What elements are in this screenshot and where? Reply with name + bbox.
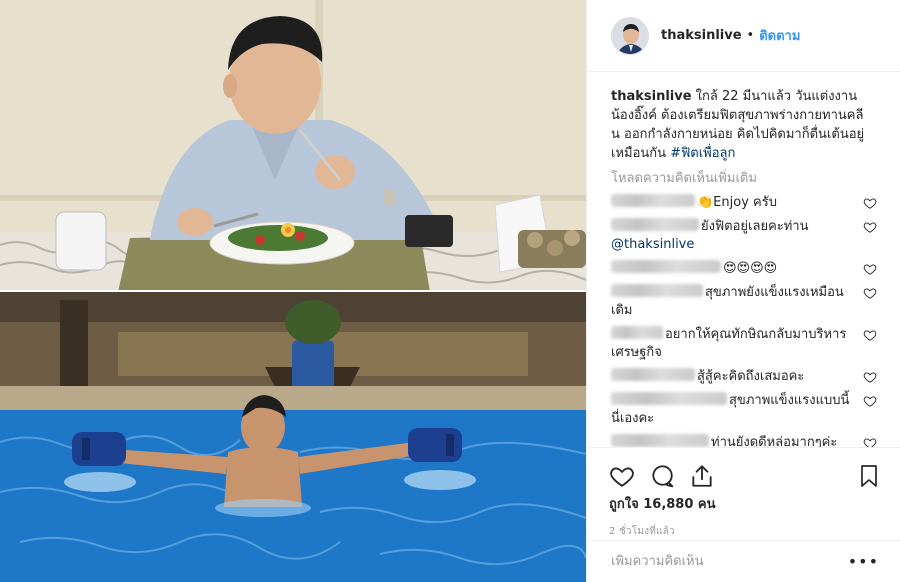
header-username[interactable]: thaksinlive bbox=[661, 28, 742, 43]
comment-button[interactable] bbox=[649, 456, 689, 496]
heart-icon bbox=[610, 467, 634, 487]
comment-like-heart-icon[interactable] bbox=[863, 220, 877, 234]
comment-body: สู้สู้คะคิดถึงเสมอคะ bbox=[611, 368, 855, 386]
post-photo[interactable] bbox=[0, 0, 586, 582]
comment-text: สู้สู้คะคิดถึงเสมอคะ bbox=[697, 369, 805, 384]
post-header: thaksinlive • ติดตาม bbox=[587, 0, 900, 72]
caption-username[interactable]: thaksinlive bbox=[611, 89, 692, 104]
action-bar bbox=[609, 456, 881, 496]
comment-like-heart-icon[interactable] bbox=[863, 394, 877, 408]
blurred-username bbox=[611, 392, 727, 405]
comment-body: 😍😍😍😍 bbox=[611, 260, 855, 278]
post-caption: thaksinlive ใกล้ 22 มีนาแล้ว วันแต่งงานน… bbox=[611, 87, 869, 163]
comment-like-heart-icon[interactable] bbox=[863, 196, 877, 210]
more-options-icon[interactable]: ••• bbox=[848, 553, 879, 570]
comment-row: 👏Enjoy ครับ bbox=[611, 194, 877, 212]
comment-row: สู้สู้คะคิดถึงเสมอคะ bbox=[611, 368, 877, 386]
comment-like-heart-icon[interactable] bbox=[863, 370, 877, 384]
follow-button[interactable]: ติดตาม bbox=[759, 25, 800, 46]
caption-hashtag[interactable]: #ฟิตเพื่อลูก bbox=[670, 146, 735, 161]
comment-like-heart-icon[interactable] bbox=[863, 328, 877, 342]
comment-body: 👏Enjoy ครับ bbox=[611, 194, 855, 212]
comment-text: 😍😍😍😍 bbox=[723, 261, 778, 276]
blurred-username bbox=[611, 326, 663, 339]
comment-row: ยังฟิตอยู่เลยคะท่าน @thaksinlive bbox=[611, 218, 877, 254]
comment-body: สุขภาพยังแข็งแรงเหมือนเดิม bbox=[611, 284, 855, 320]
comment-row: อยากให้คุณทักษิณกลับมาบริหารเศรษฐกิจ bbox=[611, 326, 877, 362]
blurred-username bbox=[611, 194, 695, 207]
comment-mention[interactable]: @thaksinlive bbox=[611, 237, 694, 252]
comment-text: 👏Enjoy ครับ bbox=[697, 195, 777, 210]
blurred-username bbox=[611, 434, 709, 447]
comment-text: ยังฟิตอยู่เลยคะท่าน bbox=[701, 219, 809, 234]
blurred-username bbox=[611, 218, 699, 231]
blurred-username bbox=[611, 284, 703, 297]
comment-body: สุขภาพแข็งแรงแบบนี้นี่เองคะ bbox=[611, 392, 855, 428]
avatar[interactable] bbox=[611, 16, 649, 55]
post-sidebar: thaksinlive • ติดตาม thaksinlive ใกล้ 22… bbox=[586, 0, 900, 582]
like-button[interactable] bbox=[609, 456, 649, 496]
comment-like-heart-icon[interactable] bbox=[863, 262, 877, 276]
add-comment-bar: ••• bbox=[587, 540, 900, 582]
pool-scene-illustration bbox=[0, 292, 586, 582]
blurred-username bbox=[611, 368, 695, 381]
comment-body: ยังฟิตอยู่เลยคะท่าน @thaksinlive bbox=[611, 218, 855, 254]
likes-count[interactable]: ถูกใจ 16,880 คน bbox=[609, 496, 881, 514]
blurred-username bbox=[611, 260, 721, 273]
photo-pool-scene bbox=[0, 292, 586, 582]
avatar-image bbox=[612, 17, 648, 54]
add-comment-input[interactable] bbox=[611, 554, 848, 569]
comment-icon bbox=[652, 465, 674, 488]
eating-scene-illustration bbox=[0, 0, 586, 292]
comment-like-heart-icon[interactable] bbox=[863, 286, 877, 300]
comment-body: อยากให้คุณทักษิณกลับมาบริหารเศรษฐกิจ bbox=[611, 326, 855, 362]
post-timestamp[interactable]: 2 ชั่วโมงที่แล้ว bbox=[609, 524, 881, 539]
comment-row: 😍😍😍😍 bbox=[611, 260, 877, 278]
header-separator-dot: • bbox=[746, 28, 755, 43]
comment-body: ท่านยังดูดีหล่อมากๆค่ะ สุขภาพแข็งแรงด้วย… bbox=[611, 434, 855, 447]
load-more-comments-button[interactable]: โหลดความคิดเห็นเพิ่มเติม bbox=[611, 170, 877, 188]
comment-like-heart-icon[interactable] bbox=[863, 436, 877, 447]
save-button[interactable] bbox=[841, 456, 881, 496]
comment-row: สุขภาพยังแข็งแรงเหมือนเดิม bbox=[611, 284, 877, 320]
share-button[interactable] bbox=[689, 456, 729, 496]
comment-row: สุขภาพแข็งแรงแบบนี้นี่เองคะ bbox=[611, 392, 877, 428]
photo-eating-scene bbox=[0, 0, 586, 292]
comments-section[interactable]: thaksinlive ใกล้ 22 มีนาแล้ว วันแต่งงานน… bbox=[587, 73, 900, 447]
share-icon bbox=[692, 465, 712, 487]
bookmark-icon bbox=[861, 465, 877, 487]
comment-row: ท่านยังดูดีหล่อมากๆค่ะ สุขภาพแข็งแรงด้วย… bbox=[611, 434, 877, 447]
